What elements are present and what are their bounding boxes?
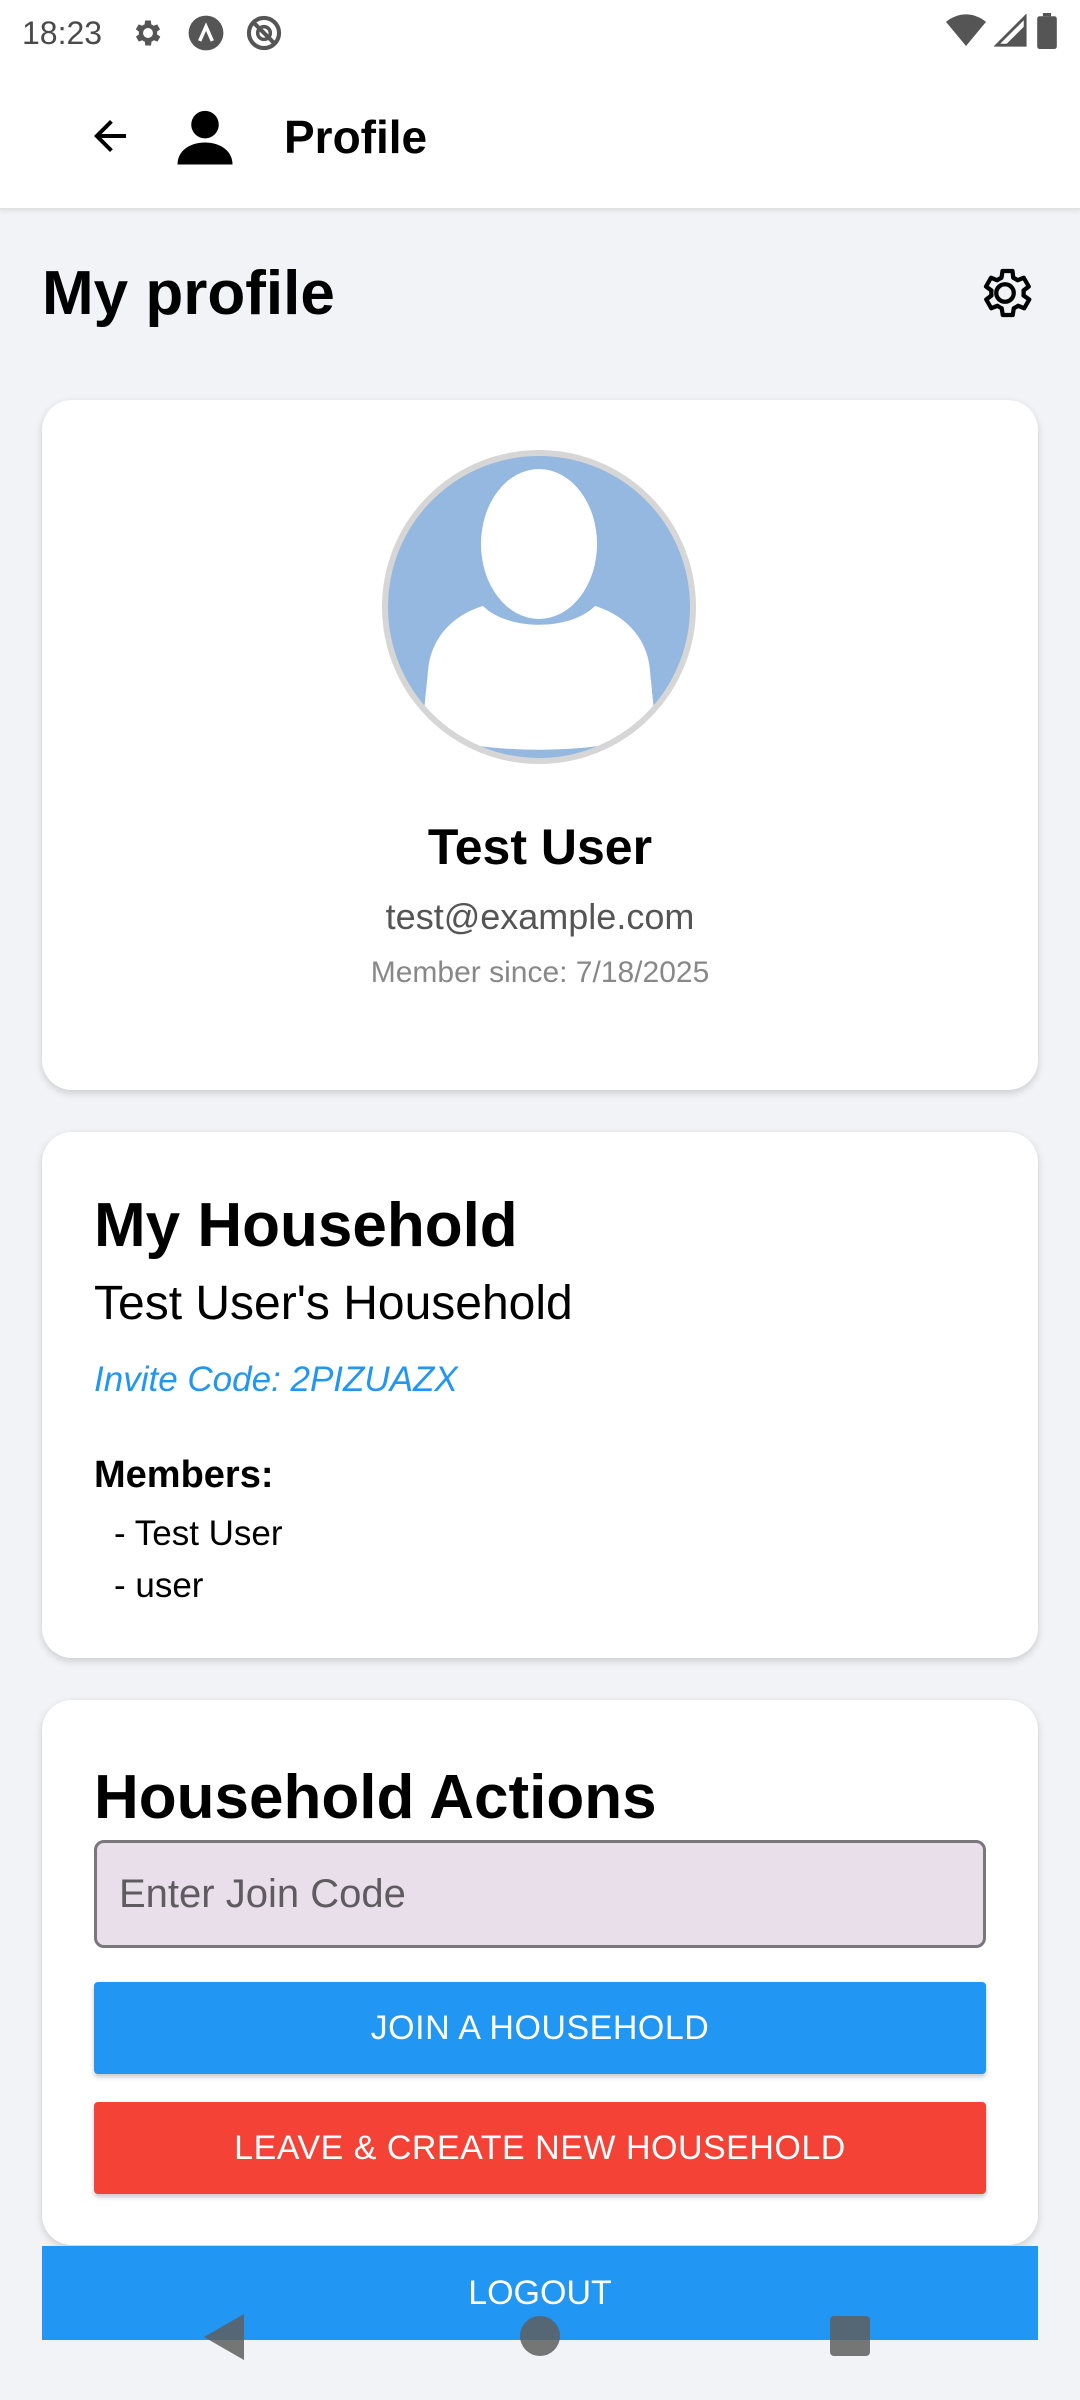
- user-email: test@example.com: [385, 896, 695, 937]
- join-household-button[interactable]: JOIN A HOUSEHOLD: [94, 1982, 986, 2074]
- no-sync-icon: [244, 13, 284, 53]
- household-card: My Household Test User's Household Invit…: [42, 1132, 1038, 1658]
- back-arrow-icon: [86, 112, 134, 165]
- battery-icon: [1036, 12, 1058, 54]
- nav-home-icon[interactable]: [520, 2316, 560, 2356]
- profile-screen: 18:23 Profile My profile Test User test@…: [0, 0, 1080, 2400]
- household-actions-card: Household Actions JOIN A HOUSEHOLD LEAVE…: [42, 1700, 1038, 2245]
- gear-icon: [128, 13, 168, 53]
- status-bar: 18:23: [0, 0, 1080, 66]
- settings-button[interactable]: [972, 262, 1038, 328]
- status-time: 18:23: [22, 14, 103, 51]
- back-button[interactable]: [78, 106, 142, 170]
- household-actions-title: Household Actions: [94, 1763, 657, 1832]
- nav-back-icon[interactable]: [204, 2314, 248, 2365]
- members-label: Members:: [94, 1454, 274, 1496]
- invite-code[interactable]: Invite Code: 2PIZUAZX: [94, 1360, 458, 1400]
- leave-create-household-button[interactable]: LEAVE & CREATE NEW HOUSEHOLD: [94, 2102, 986, 2194]
- user-name: Test User: [427, 819, 653, 875]
- profile-card: Test User test@example.com Member since:…: [42, 400, 1038, 1090]
- household-title: My Household: [94, 1191, 518, 1260]
- avatar-silhouette-icon: [422, 469, 656, 750]
- person-icon: [172, 104, 238, 170]
- avatar: [382, 450, 696, 764]
- join-code-input[interactable]: [94, 1840, 986, 1948]
- app-bar-title: Profile: [284, 111, 428, 163]
- list-item: - Test User: [114, 1514, 283, 1553]
- nav-recents-icon[interactable]: [830, 2316, 870, 2356]
- top-app-bar: Profile: [0, 66, 1080, 210]
- list-item: - user: [114, 1566, 204, 1605]
- settings-gear-icon: [975, 263, 1035, 328]
- lambda-icon: [186, 13, 226, 53]
- status-right-icons: [946, 12, 1058, 54]
- member-list: - Test User - user: [114, 1508, 283, 1612]
- page-title: My profile: [42, 259, 335, 328]
- signal-icon: [993, 12, 1028, 53]
- member-since: Member since: 7/18/2025: [370, 956, 710, 989]
- system-nav-bar: [0, 2300, 1080, 2400]
- household-name: Test User's Household: [94, 1277, 573, 1330]
- wifi-icon: [946, 13, 986, 53]
